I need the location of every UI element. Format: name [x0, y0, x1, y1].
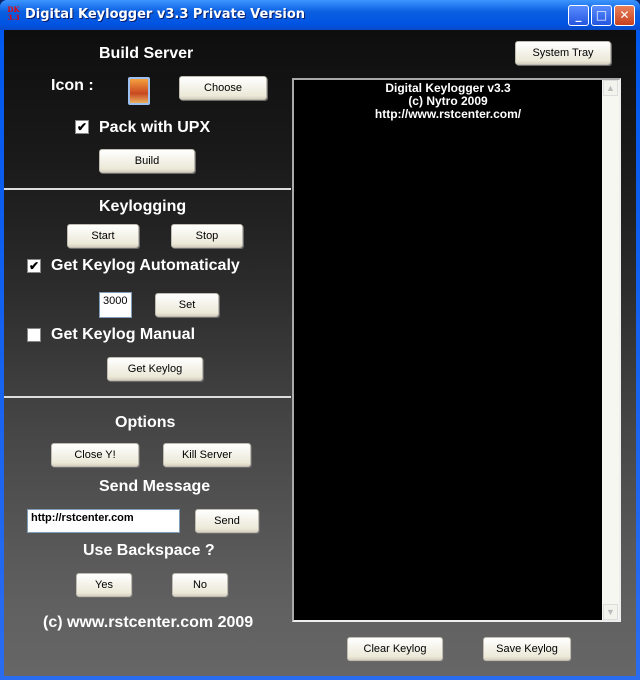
- keylog-text: Digital Keylogger v3.3 (c) Nytro 2009 ht…: [374, 81, 522, 121]
- client-area: Build Server Icon : Choose ✔ Pack with U…: [4, 30, 636, 676]
- close-yahoo-button[interactable]: Close Y!: [51, 443, 139, 467]
- build-button[interactable]: Build: [99, 149, 195, 173]
- divider: [4, 188, 291, 190]
- copyright: (c) www.rstcenter.com 2009: [43, 614, 254, 631]
- scroll-down-icon[interactable]: ▼: [603, 604, 618, 620]
- app-window: DK 3.3 Digital Keylogger v3.3 Private Ve…: [0, 0, 640, 680]
- send-message-heading: Send Message: [99, 478, 211, 495]
- get-keylog-button[interactable]: Get Keylog: [107, 357, 203, 381]
- auto-keylog-checkbox[interactable]: ✔: [27, 259, 41, 273]
- clear-keylog-button[interactable]: Clear Keylog: [347, 637, 443, 661]
- title-bar[interactable]: DK 3.3 Digital Keylogger v3.3 Private Ve…: [0, 0, 640, 30]
- set-button[interactable]: Set: [155, 293, 219, 317]
- pack-upx-label: Pack with UPX: [99, 119, 211, 136]
- keylog-textarea[interactable]: Digital Keylogger v3.3 (c) Nytro 2009 ht…: [292, 78, 621, 622]
- maximize-button[interactable]: □: [591, 5, 612, 26]
- save-keylog-button[interactable]: Save Keylog: [483, 637, 571, 661]
- minimize-button[interactable]: _: [568, 5, 589, 26]
- options-heading: Options: [115, 414, 176, 431]
- divider: [4, 396, 291, 398]
- pack-upx-checkbox[interactable]: ✔: [75, 120, 89, 134]
- send-button[interactable]: Send: [195, 509, 259, 533]
- no-button[interactable]: No: [172, 573, 228, 597]
- message-input[interactable]: http://rstcenter.com: [27, 509, 180, 533]
- manual-keylog-label: Get Keylog Manual: [51, 326, 196, 343]
- interval-input[interactable]: 3000: [99, 292, 132, 318]
- yes-button[interactable]: Yes: [76, 573, 132, 597]
- scroll-up-icon[interactable]: ▲: [603, 80, 618, 96]
- manual-keylog-checkbox[interactable]: [27, 328, 41, 342]
- auto-keylog-label: Get Keylog Automaticaly: [51, 257, 240, 274]
- build-server-heading: Build Server: [99, 45, 194, 62]
- file-icon: [128, 77, 150, 105]
- stop-button[interactable]: Stop: [171, 224, 243, 248]
- system-tray-button[interactable]: System Tray: [515, 41, 611, 65]
- window-title: Digital Keylogger v3.3 Private Version: [25, 7, 306, 22]
- start-button[interactable]: Start: [67, 224, 139, 248]
- kill-server-button[interactable]: Kill Server: [163, 443, 251, 467]
- icon-label: Icon :: [51, 77, 94, 94]
- close-button[interactable]: ✕: [614, 5, 635, 26]
- choose-button[interactable]: Choose: [179, 76, 267, 100]
- use-backspace-heading: Use Backspace ?: [83, 542, 215, 559]
- app-icon: DK 3.3: [7, 6, 20, 22]
- vertical-scrollbar[interactable]: ▲ ▼: [602, 80, 619, 620]
- keylogging-heading: Keylogging: [99, 198, 187, 215]
